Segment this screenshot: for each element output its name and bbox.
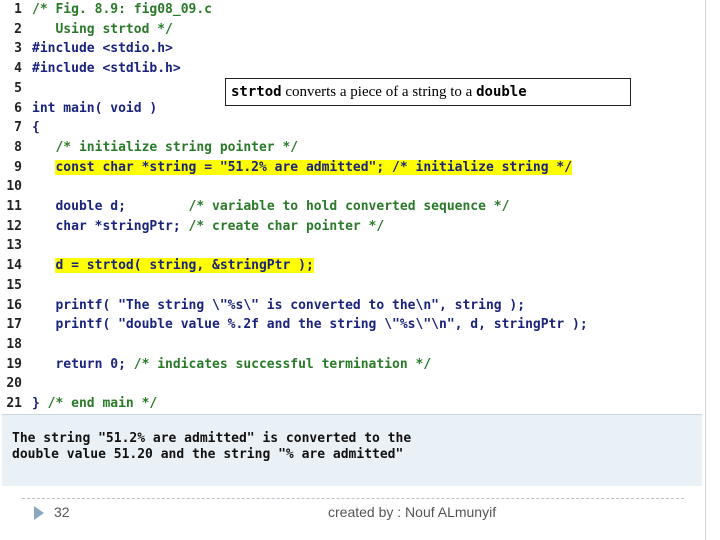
line-number: 8 [14,139,22,155]
code-token: d = strtod( string, &stringPtr ); [55,258,314,274]
code-listing: 1 /* Fig. 8.9: fig08_09.c 2 Using strtod *… [0,0,704,412]
code-line: 7{ [0,118,700,138]
code-line: 8 /* initialize string pointer */ [0,138,700,158]
code-text: char *stringPtr; /* create char pointer … [32,217,384,237]
code-token: printf( "double value %.2f and the strin… [32,317,588,333]
code-token: Using strtod */ [32,21,173,37]
code-text: /* initialize string pointer */ [32,138,298,158]
line-number: 7 [14,120,22,136]
code-line: 13 [0,236,700,256]
code-line: 10 [0,177,700,197]
code-text: Using strtod */ [32,20,173,40]
code-text: const char *string = "51.2% are admitted… [32,158,573,178]
code-token: /* end main */ [47,396,158,411]
code-line: 4 #include <stdlib.h> [0,59,700,79]
code-token: #include <stdio.h> [32,41,173,57]
callout-code-double: double [476,84,527,100]
line-number: 12 [6,218,22,234]
output-line-2: double value 51.20 and the string "% are… [12,447,404,462]
code-token: } [32,396,48,411]
code-token: /* create char pointer */ [188,218,385,234]
code-line: 17 printf( "double value %.2f and the st… [0,315,700,335]
code-text: return 0; /* indicates successful termin… [32,355,431,375]
output-line-1: The string "51.2% are admitted" is conve… [12,431,412,446]
author-credit: created by : Nouf ALmunyif [328,504,497,520]
code-line: 16 printf( "The string \"%s\" is convert… [0,296,700,316]
code-text: { [32,118,40,138]
line-number: 17 [6,317,22,333]
code-line: 9 const char *string = "51.2% are admitt… [0,158,700,178]
code-line: 11 double d; /* variable to hold convert… [0,197,700,217]
page-number: 32 [54,504,70,520]
line-number: 3 [14,41,22,57]
code-token: #include <stdlib.h> [32,61,181,77]
line-number: 19 [6,356,22,372]
code-line: 1 /* Fig. 8.9: fig08_09.c [0,0,700,20]
line-number: 13 [6,238,22,254]
strtod-callout: strtod converts a piece of a string to a… [225,78,631,106]
line-number: 14 [6,258,22,274]
page-arrow-icon [34,506,44,520]
code-text: } /* end main */ [32,394,157,414]
line-number: 6 [14,100,22,116]
code-line: 18 [0,335,700,355]
code-line: 12 char *stringPtr; /* create char point… [0,217,700,237]
code-token: return 0; [32,356,134,372]
code-token: /* Fig. 8.9: fig08_09.c [32,2,213,17]
code-token: /* indicates successful termination */ [133,356,432,372]
callout-code-strtod: strtod [231,84,282,100]
right-divider [705,0,706,540]
code-text: #include <stdlib.h> [32,59,181,79]
line-number: 10 [6,179,22,195]
line-number: 9 [14,159,22,175]
code-token: /* initialize string pointer */ [32,139,299,155]
code-text: double d; /* variable to hold converted … [32,197,509,217]
code-text: int main( void ) [32,99,157,119]
code-text: #include <stdio.h> [32,39,173,59]
line-number: 18 [6,336,22,352]
code-token: const char *string = "51.2% are admitted… [55,159,573,175]
code-text: printf( "double value %.2f and the strin… [32,315,588,335]
code-text: /* Fig. 8.9: fig08_09.c [32,0,212,20]
line-number: 21 [6,396,22,411]
code-token: double d; [32,199,189,214]
code-line: 19 return 0; /* indicates successful ter… [0,355,700,375]
code-line: 14 d = strtod( string, &stringPtr ); [0,256,700,276]
code-token: printf( "The string \"%s\" is converted … [32,297,526,313]
line-number: 5 [14,80,22,96]
code-line: 3 #include <stdio.h> [0,39,700,59]
line-number: 1 [14,2,22,17]
line-number: 20 [6,376,22,392]
footer-divider [22,498,684,499]
callout-text: converts a piece of a string to a [281,83,477,100]
line-number: 4 [14,61,22,77]
code-token: char *stringPtr; [32,218,189,234]
code-line: 15 [0,276,700,296]
line-number: 11 [6,199,22,214]
code-line: 2 Using strtod */ [0,20,700,40]
line-number: 15 [6,277,22,293]
line-number: 2 [14,21,22,37]
code-line: 20 [0,374,700,394]
code-token: int main( void ) [32,100,158,116]
code-token: { [32,120,40,136]
code-text: d = strtod( string, &stringPtr ); [32,256,314,276]
line-number: 16 [6,297,22,313]
code-token: /* variable to hold converted sequence *… [188,199,510,214]
code-text: printf( "The string \"%s\" is converted … [32,296,525,316]
code-line: 21} /* end main */ [0,394,700,414]
program-output: The string "51.2% are admitted" is conve… [2,414,702,486]
